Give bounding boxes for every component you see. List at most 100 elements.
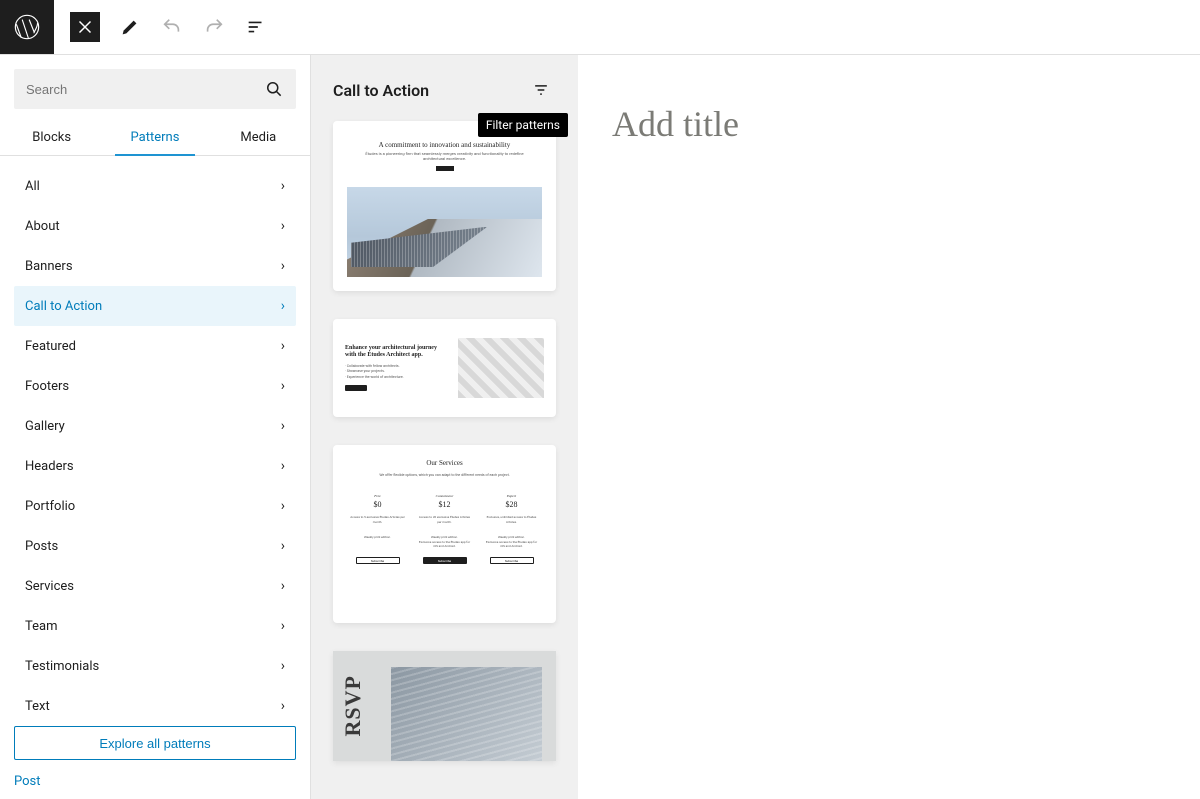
pattern-category-heading: Call to Action: [333, 81, 429, 100]
chevron-right-icon: ›: [281, 698, 285, 712]
pattern-card-image: [458, 338, 544, 398]
editor-top-toolbar: [0, 0, 1200, 55]
plan-price: $0: [350, 500, 405, 509]
close-icon: [74, 16, 96, 38]
chevron-right-icon: ›: [281, 538, 285, 554]
category-item-text[interactable]: Text ›: [14, 686, 296, 712]
search-input-wrap[interactable]: [14, 69, 296, 109]
plan-desc: Weekly print edition.: [350, 535, 405, 549]
plan-button: Subscribe: [423, 557, 467, 564]
pattern-card-button: [436, 166, 454, 171]
tab-blocks[interactable]: Blocks: [0, 119, 103, 155]
plan-desc: Exclusive, unlimited access to Études Ar…: [484, 515, 539, 529]
category-item-about[interactable]: About ›: [14, 206, 296, 246]
pattern-card-pricing[interactable]: Our Services We offer flexible options, …: [333, 445, 556, 623]
redo-icon: [203, 16, 225, 38]
block-inserter-panel: Blocks Patterns Media All›About›Banners›…: [0, 55, 311, 799]
wordpress-icon: [13, 13, 41, 41]
chevron-right-icon: ›: [281, 378, 285, 394]
category-item-banners[interactable]: Banners›: [14, 246, 296, 286]
pattern-card-button: [345, 385, 367, 391]
category-item-call-to-action[interactable]: Call to Action›: [14, 286, 296, 326]
pricing-column: Expert $28 Exclusive, unlimited access to …: [483, 493, 540, 565]
tab-media[interactable]: Media: [207, 119, 310, 155]
pattern-card-rsvp[interactable]: RSVP: [333, 651, 556, 761]
list-view-icon: [245, 16, 267, 38]
search-input[interactable]: [26, 82, 264, 97]
category-item-portfolio[interactable]: Portfolio›: [14, 486, 296, 526]
pattern-card-image: [391, 667, 542, 761]
post-title-placeholder[interactable]: Add title: [612, 103, 1166, 145]
pattern-card-sub: Études is a pioneering firm that seamles…: [363, 152, 526, 162]
plan-name: Free: [350, 494, 405, 498]
category-label: Gallery: [25, 419, 65, 434]
category-label: All: [25, 179, 40, 194]
undo-button: [152, 7, 192, 47]
footer-post-link[interactable]: Post: [0, 774, 310, 799]
category-item-featured[interactable]: Featured ›: [14, 326, 296, 366]
category-label: Text: [25, 699, 50, 713]
plan-price: $28: [484, 500, 539, 509]
category-item-team[interactable]: Team›: [14, 606, 296, 646]
category-label: Team: [25, 619, 58, 634]
plan-desc: Access to 20 exclusive Études Articles p…: [417, 515, 472, 529]
pencil-icon: [119, 16, 141, 38]
chevron-right-icon: ›: [281, 258, 285, 274]
category-item-all[interactable]: All ›: [14, 166, 296, 206]
tools-button[interactable]: [110, 7, 150, 47]
chevron-right-icon: ›: [281, 498, 285, 514]
category-label: About: [25, 219, 60, 234]
chevron-right-icon: ›: [281, 338, 285, 354]
category-label: Posts: [25, 539, 58, 554]
filter-tooltip: Filter patterns: [478, 113, 568, 137]
editor-canvas[interactable]: Add title: [578, 55, 1200, 799]
redo-button: [194, 7, 234, 47]
wordpress-logo[interactable]: [0, 0, 54, 54]
category-item-gallery[interactable]: Gallery ›: [14, 406, 296, 446]
chevron-right-icon: ›: [281, 578, 285, 594]
category-item-testimonials[interactable]: Testimonials ›: [14, 646, 296, 686]
plan-price: $12: [417, 500, 472, 509]
category-label: Headers: [25, 459, 74, 474]
category-label: Services: [25, 579, 74, 594]
pattern-card-app[interactable]: Enhance your architectural journey with …: [333, 319, 556, 417]
plan-desc: Weekly print edition.Exclusive access to…: [484, 535, 539, 549]
filter-patterns-button[interactable]: [526, 75, 556, 105]
chevron-right-icon: ›: [281, 218, 285, 234]
plan-desc: Weekly print edition.Exclusive access to…: [417, 535, 472, 549]
pattern-card-image: [347, 187, 542, 277]
category-item-headers[interactable]: Headers ›: [14, 446, 296, 486]
close-inserter-button[interactable]: [70, 12, 100, 42]
category-item-services[interactable]: Services ›: [14, 566, 296, 606]
category-label: Footers: [25, 379, 69, 394]
search-icon: [264, 79, 284, 99]
pattern-card-title: Our Services: [349, 459, 540, 467]
document-overview-button[interactable]: [236, 7, 276, 47]
chevron-right-icon: ›: [281, 458, 285, 474]
pattern-card-hero[interactable]: A commitment to innovation and sustainab…: [333, 121, 556, 291]
explore-all-patterns-button[interactable]: Explore all patterns: [14, 726, 296, 760]
inserter-tabs: Blocks Patterns Media: [0, 119, 310, 156]
plan-button: Subscribe: [356, 557, 400, 564]
category-item-footers[interactable]: Footers ›: [14, 366, 296, 406]
rsvp-label: RSVP: [340, 675, 366, 736]
tab-patterns[interactable]: Patterns: [103, 119, 206, 155]
pattern-card-title: A commitment to innovation and sustainab…: [379, 141, 511, 149]
plan-name: Connoisseur: [417, 494, 472, 498]
pattern-card-bullet: · Experience the world of architecture.: [345, 375, 446, 381]
plan-name: Expert: [484, 494, 539, 498]
chevron-right-icon: ›: [281, 418, 285, 434]
category-label: Featured: [25, 339, 76, 354]
pattern-card-sub: We offer flexible options, which you can…: [349, 473, 540, 477]
filter-icon: [531, 80, 551, 100]
editor-layout: Blocks Patterns Media All›About›Banners›…: [0, 55, 1200, 799]
chevron-right-icon: ›: [281, 178, 285, 194]
category-label: Testimonials: [25, 659, 99, 674]
category-item-posts[interactable]: Posts ›: [14, 526, 296, 566]
plan-desc: Access to 5 exclusive Études Articles pe…: [350, 515, 405, 529]
pricing-column: Connoisseur $12 Access to 20 exclusive Étu…: [416, 493, 473, 565]
pattern-category-list: All›About›Banners›Call to Action›Feature…: [14, 156, 296, 712]
pattern-card-title: Enhance your architectural journey with …: [345, 345, 446, 360]
chevron-right-icon: ›: [281, 658, 285, 674]
category-label: Call to Action: [25, 299, 102, 314]
